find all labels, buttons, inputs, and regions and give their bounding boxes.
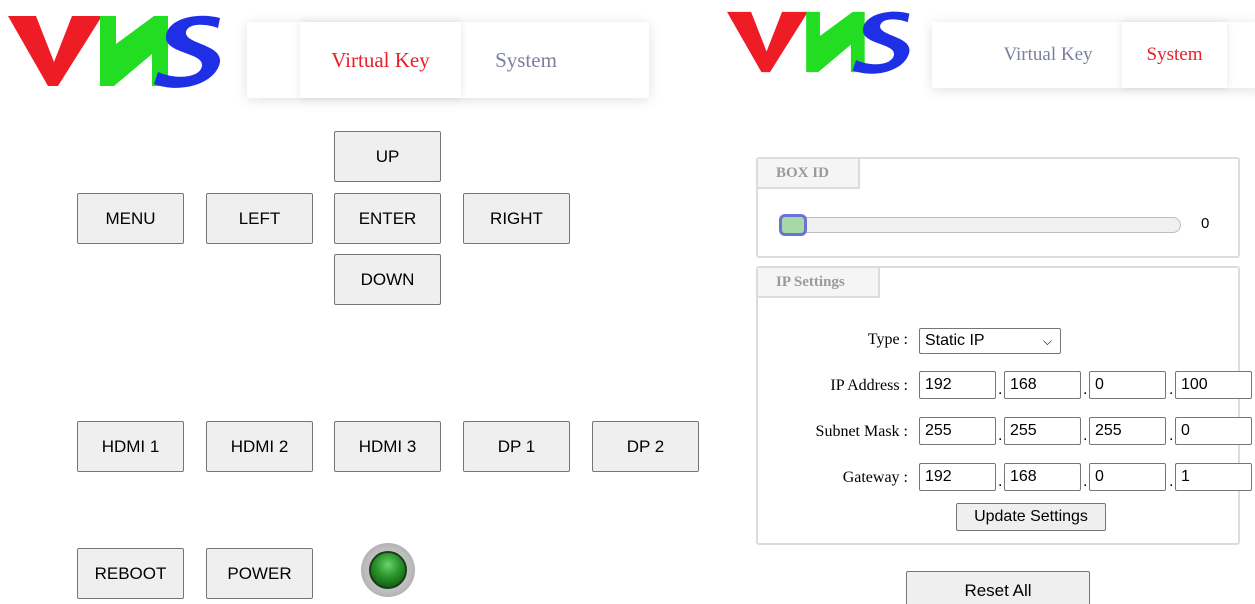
gateway-octet-1[interactable]: 192 (919, 463, 996, 491)
right-button[interactable]: RIGHT (463, 193, 570, 244)
dp1-button[interactable]: DP 1 (463, 421, 570, 472)
reboot-button[interactable]: REBOOT (77, 548, 184, 599)
mask-octet-2[interactable]: 255 (1004, 417, 1081, 445)
hdmi2-button[interactable]: HDMI 2 (206, 421, 313, 472)
box-id-value: 0 (1201, 215, 1210, 232)
hdmi3-button[interactable]: HDMI 3 (334, 421, 441, 472)
tab-system[interactable]: System (1122, 22, 1227, 88)
box-id-slider-thumb[interactable] (779, 214, 807, 236)
tab-virtual-key[interactable]: Virtual Key (974, 22, 1122, 88)
dot: . (998, 427, 1003, 444)
subnet-mask-label: Subnet Mask : (815, 423, 908, 440)
type-select-value: Static IP (925, 332, 985, 349)
left-button[interactable]: LEFT (206, 193, 313, 244)
ip-address-label: IP Address : (830, 377, 908, 394)
ip-settings-fieldset: IP Settings Type : Static IP ⌵ IP Addres… (756, 266, 1252, 545)
update-settings-button[interactable]: Update Settings (956, 503, 1106, 531)
enter-button[interactable]: ENTER (334, 193, 441, 244)
box-id-fieldset: BOX ID 0 (756, 157, 1240, 258)
dot: . (1169, 473, 1174, 490)
tab-virtual-key[interactable]: Virtual Key (300, 22, 461, 98)
menu-button[interactable]: MENU (77, 193, 184, 244)
gateway-octet-4[interactable]: 1 (1175, 463, 1252, 491)
vns-logo (8, 14, 223, 88)
gateway-label: Gateway : (842, 469, 908, 486)
gateway-octet-3[interactable]: 0 (1089, 463, 1166, 491)
vns-logo (727, 10, 912, 74)
reset-all-button[interactable]: Reset All (906, 571, 1090, 604)
ip-octet-3[interactable]: 0 (1089, 371, 1166, 399)
ip-octet-2[interactable]: 168 (1004, 371, 1081, 399)
type-label: Type : (867, 331, 908, 348)
dot: . (1169, 381, 1174, 398)
power-button[interactable]: POWER (206, 548, 313, 599)
tab-system[interactable]: System (461, 22, 591, 98)
ip-octet-4[interactable]: 100 (1175, 371, 1252, 399)
nav-bar: Virtual Key System (247, 22, 649, 98)
down-button[interactable]: DOWN (334, 254, 441, 305)
led-light (369, 551, 407, 589)
box-id-legend: BOX ID (758, 159, 860, 189)
chevron-down-icon: ⌵ (1042, 334, 1052, 348)
system-panel: Virtual Key System BOX ID 0 IP Settings … (725, 0, 1255, 604)
ip-octet-1[interactable]: 192 (919, 371, 996, 399)
mask-octet-4[interactable]: 0 (1175, 417, 1252, 445)
dot: . (1169, 427, 1174, 444)
gateway-octet-2[interactable]: 168 (1004, 463, 1081, 491)
dot: . (1083, 473, 1088, 490)
dot: . (1083, 381, 1088, 398)
dot: . (998, 473, 1003, 490)
nav-bar: Virtual Key System (932, 22, 1255, 88)
type-select[interactable]: Static IP ⌵ (919, 328, 1061, 354)
hdmi1-button[interactable]: HDMI 1 (77, 421, 184, 472)
ip-settings-legend: IP Settings (758, 268, 880, 298)
mask-octet-1[interactable]: 255 (919, 417, 996, 445)
dot: . (1083, 427, 1088, 444)
box-id-slider-track[interactable] (779, 217, 1181, 233)
virtual-key-panel: Virtual Key System UP MENU LEFT ENTER RI… (0, 0, 725, 604)
mask-octet-3[interactable]: 255 (1089, 417, 1166, 445)
dot: . (998, 381, 1003, 398)
power-led-icon (361, 543, 415, 597)
dp2-button[interactable]: DP 2 (592, 421, 699, 472)
up-button[interactable]: UP (334, 131, 441, 182)
